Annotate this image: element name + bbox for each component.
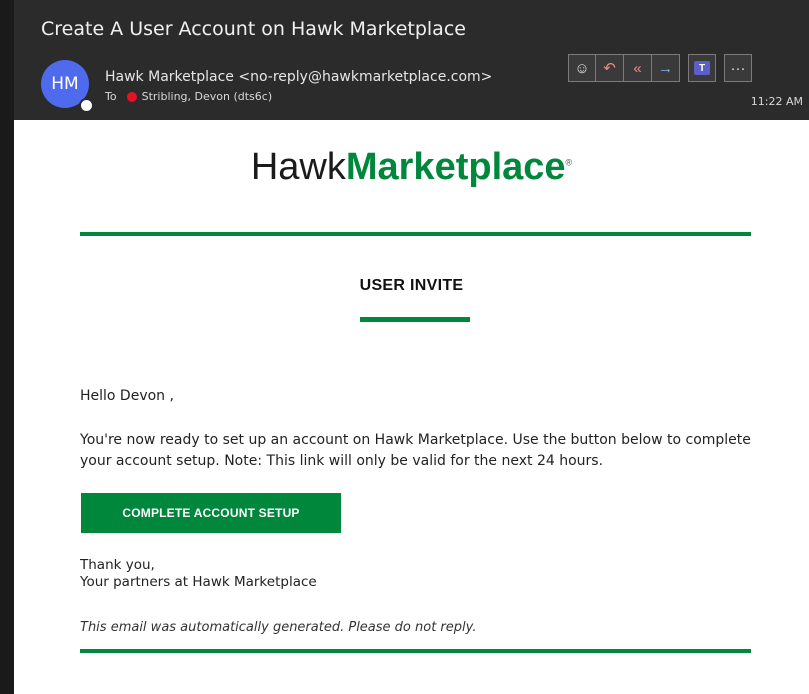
recipient-status-icon	[126, 91, 137, 102]
email-window: Create A User Account on Hawk Marketplac…	[0, 0, 809, 694]
sign-off-line1: Thank you,	[80, 557, 155, 573]
logo-hawk-text: Hawk	[250, 146, 346, 188]
top-divider	[80, 232, 751, 236]
complete-account-setup-button[interactable]: COMPLETE ACCOUNT SETUP	[81, 493, 341, 533]
sender-name[interactable]: Hawk Marketplace <no-reply@hawkmarketpla…	[105, 69, 492, 85]
heading-underline	[360, 317, 470, 322]
registered-mark: ®	[565, 157, 573, 168]
sign-off-line2: Your partners at Hawk Marketplace	[80, 574, 317, 590]
teams-share-button[interactable]: T	[688, 54, 716, 82]
email-body: HawkMarketplace® USER INVITE Hello Devon…	[14, 120, 809, 694]
forward-button[interactable]: →	[652, 54, 680, 82]
presence-status-icon	[79, 98, 94, 113]
bottom-divider	[80, 649, 751, 653]
recipient-line: To Stribling, Devon (dts6c)	[105, 90, 272, 103]
avatar-initials: HM	[51, 74, 79, 94]
sign-off: Thank you, Your partners at Hawk Marketp…	[80, 557, 317, 591]
smiley-icon: ☺	[574, 59, 590, 77]
received-time: 11:22 AM	[750, 95, 803, 108]
more-actions-button[interactable]: ···	[724, 54, 752, 82]
auto-generated-note: This email was automatically generated. …	[80, 620, 477, 635]
greeting-text: Hello Devon ,	[80, 388, 174, 404]
email-header: Create A User Account on Hawk Marketplac…	[14, 0, 809, 120]
cta-label: COMPLETE ACCOUNT SETUP	[122, 506, 300, 520]
message-actions: ☺ ↶ « → T ···	[568, 54, 752, 82]
teams-icon: T	[694, 61, 710, 75]
invite-heading: USER INVITE	[359, 277, 464, 294]
reply-icon: ↶	[603, 60, 616, 77]
body-paragraph: You're now ready to set up an account on…	[80, 432, 751, 469]
left-pane-edge	[0, 0, 15, 694]
emoji-reaction-button[interactable]: ☺	[568, 54, 596, 82]
hawk-marketplace-logo: HawkMarketplace®	[14, 146, 809, 189]
recipient-name[interactable]: Stribling, Devon (dts6c)	[142, 90, 273, 103]
ellipsis-icon: ···	[730, 59, 746, 77]
reply-all-button[interactable]: «	[624, 54, 652, 82]
reply-button[interactable]: ↶	[596, 54, 624, 82]
reply-actions-group: ☺ ↶ « →	[568, 54, 680, 82]
forward-icon: →	[658, 59, 673, 77]
reply-all-icon: «	[633, 59, 642, 77]
logo-marketplace-text: Marketplace	[345, 146, 566, 188]
to-label: To	[105, 90, 117, 103]
email-subject: Create A User Account on Hawk Marketplac…	[41, 18, 466, 40]
